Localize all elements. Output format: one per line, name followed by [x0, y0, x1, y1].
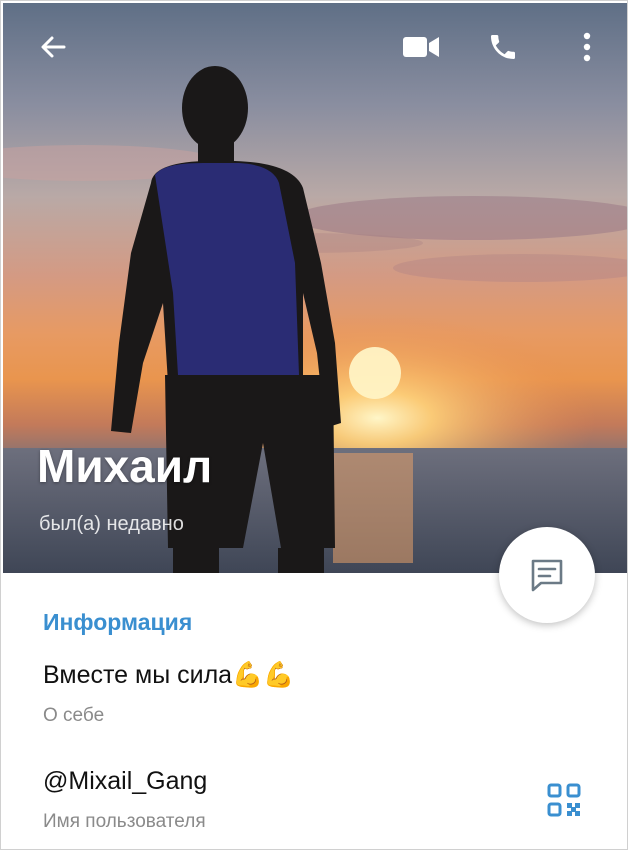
- more-button[interactable]: [567, 27, 607, 67]
- profile-name: Михаил: [37, 440, 213, 492]
- info-section-title: Информация: [43, 609, 193, 635]
- video-call-button[interactable]: [401, 27, 441, 67]
- more-vertical-icon: [583, 32, 591, 62]
- phone-icon: [491, 35, 515, 59]
- username-text[interactable]: @Mixail_Gang: [43, 767, 207, 796]
- bio-text[interactable]: Вместе мы сила💪💪: [43, 661, 294, 690]
- voice-call-button[interactable]: [483, 27, 523, 67]
- last-seen-status: был(а) недавно: [39, 513, 184, 535]
- back-button[interactable]: [33, 27, 73, 67]
- profile-screen: Михаил был(а) недавно Информация Вместе …: [0, 0, 628, 850]
- qr-code-icon[interactable]: [547, 783, 581, 817]
- videocam-icon: [403, 37, 439, 57]
- arrow-left-icon: [41, 36, 66, 58]
- bio-label: О себе: [43, 705, 105, 726]
- profile-photo[interactable]: Михаил был(а) недавно: [3, 3, 627, 573]
- username-label: Имя пользователя: [43, 811, 206, 832]
- message-icon: [531, 559, 563, 592]
- send-message-button[interactable]: [499, 527, 595, 623]
